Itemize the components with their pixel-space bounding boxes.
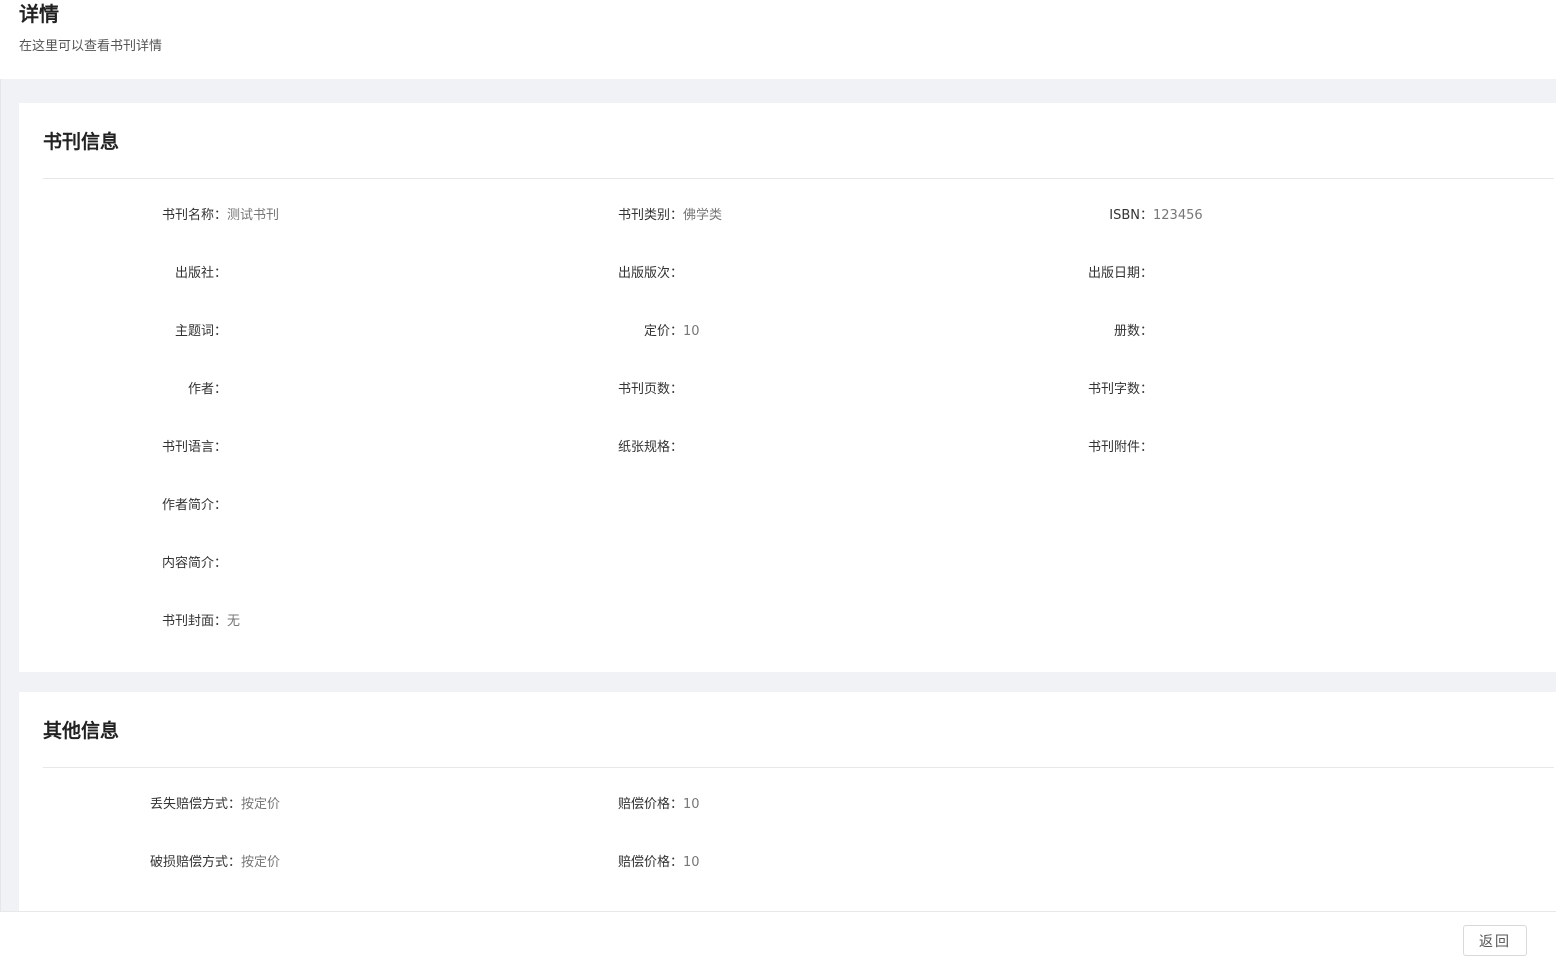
other-info-title: 其他信息 bbox=[43, 720, 120, 742]
other-info-divider bbox=[43, 767, 1554, 768]
footer-bar: 返回 bbox=[0, 911, 1556, 960]
field-label: 书刊字数： bbox=[1087, 382, 1153, 397]
field-cover: 书刊封面：无 bbox=[118, 613, 240, 631]
field-publisher: 出版社： bbox=[118, 265, 227, 283]
field-page-count: 书刊页数： bbox=[574, 381, 683, 399]
field-value: 按定价 bbox=[241, 855, 281, 870]
field-label: 纸张规格： bbox=[617, 440, 683, 455]
field-damage-compensation-method: 破损赔偿方式：按定价 bbox=[118, 854, 280, 872]
field-label: 书刊封面： bbox=[161, 614, 227, 629]
field-value: 10 bbox=[683, 797, 700, 812]
field-value: 10 bbox=[683, 324, 700, 339]
field-label: 破损赔偿方式： bbox=[149, 855, 241, 870]
back-button[interactable]: 返回 bbox=[1463, 925, 1527, 956]
field-edition: 出版版次： bbox=[574, 265, 683, 283]
book-info-divider bbox=[43, 178, 1554, 179]
other-info-card: 其他信息 丢失赔偿方式：按定价 赔偿价格：10 破损赔偿方式：按定价 赔偿价格：… bbox=[19, 692, 1556, 911]
field-label: 书刊附件： bbox=[1087, 440, 1153, 455]
field-keywords: 主题词： bbox=[118, 323, 227, 341]
field-price: 定价：10 bbox=[574, 323, 700, 341]
field-label: 出版版次： bbox=[617, 266, 683, 281]
field-book-name: 书刊名称：测试书刊 bbox=[118, 207, 279, 225]
field-label: 册数： bbox=[1113, 324, 1153, 339]
field-loss-compensation-method: 丢失赔偿方式：按定价 bbox=[118, 796, 280, 814]
field-content-intro: 内容简介： bbox=[118, 555, 227, 573]
field-label: 赔偿价格： bbox=[617, 855, 683, 870]
field-value: 按定价 bbox=[241, 797, 281, 812]
field-language: 书刊语言： bbox=[118, 439, 227, 457]
field-label: 出版日期： bbox=[1087, 266, 1153, 281]
field-publish-date: 出版日期： bbox=[1044, 265, 1153, 283]
field-isbn: ISBN：123456 bbox=[1044, 207, 1203, 225]
field-author-intro: 作者简介： bbox=[118, 497, 227, 515]
field-value: 10 bbox=[683, 855, 700, 870]
page-header: 详情 在这里可以查看书刊详情 bbox=[0, 0, 1556, 79]
page-title: 详情 bbox=[19, 2, 59, 26]
field-label: ISBN： bbox=[1109, 208, 1153, 223]
field-author: 作者： bbox=[118, 381, 227, 399]
field-label: 书刊语言： bbox=[161, 440, 227, 455]
field-volume-count: 册数： bbox=[1044, 323, 1153, 341]
field-value: 佛学类 bbox=[683, 208, 723, 223]
page-subtitle: 在这里可以查看书刊详情 bbox=[19, 39, 163, 54]
field-attachment: 书刊附件： bbox=[1044, 439, 1153, 457]
field-label: 赔偿价格： bbox=[617, 797, 683, 812]
field-label: 出版社： bbox=[174, 266, 227, 281]
field-label: 书刊页数： bbox=[617, 382, 683, 397]
field-label: 作者： bbox=[187, 382, 227, 397]
field-damage-compensation-price: 赔偿价格：10 bbox=[574, 854, 700, 872]
field-paper-size: 纸张规格： bbox=[574, 439, 683, 457]
left-border bbox=[0, 0, 1, 960]
field-label: 书刊名称： bbox=[161, 208, 227, 223]
field-label: 定价： bbox=[643, 324, 683, 339]
field-label: 主题词： bbox=[174, 324, 227, 339]
book-info-card: 书刊信息 书刊名称：测试书刊 书刊类别：佛学类 ISBN：123456 出版社：… bbox=[19, 103, 1556, 672]
field-label: 书刊类别： bbox=[617, 208, 683, 223]
field-value: 测试书刊 bbox=[227, 208, 280, 223]
field-loss-compensation-price: 赔偿价格：10 bbox=[574, 796, 700, 814]
field-label: 内容简介： bbox=[161, 556, 227, 571]
field-book-category: 书刊类别：佛学类 bbox=[574, 207, 722, 225]
field-word-count: 书刊字数： bbox=[1044, 381, 1153, 399]
field-label: 作者简介： bbox=[161, 498, 227, 513]
field-value: 无 bbox=[227, 614, 241, 629]
book-info-title: 书刊信息 bbox=[43, 131, 120, 153]
field-value: 123456 bbox=[1153, 208, 1203, 223]
field-label: 丢失赔偿方式： bbox=[149, 797, 241, 812]
